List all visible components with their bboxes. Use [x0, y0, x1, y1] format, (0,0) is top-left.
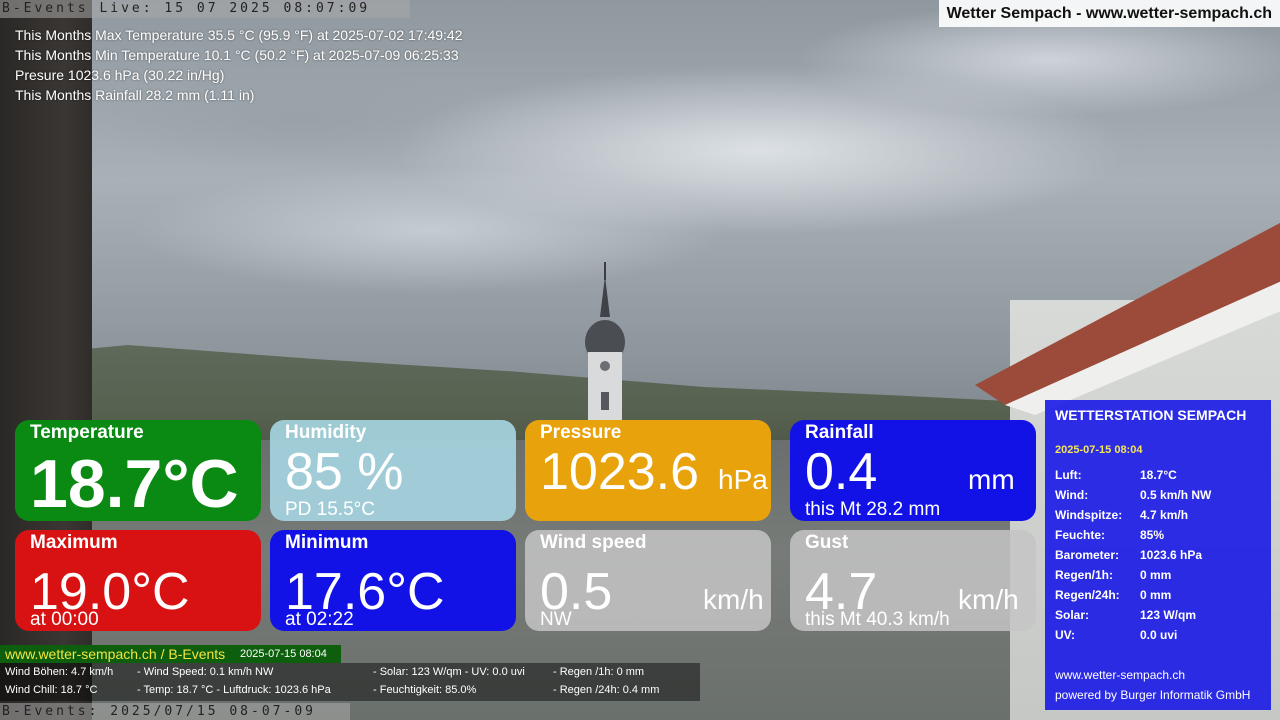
station-row-wind: Wind: 0.5 km/h NW [1055, 488, 1265, 508]
stat-pressure: Presure 1023.6 hPa (30.22 in/Hg) [15, 67, 225, 83]
station-row-solar: Solar: 123 W/qm [1055, 608, 1265, 628]
info-wind-speed: - Wind Speed: 0.1 km/h NW [137, 666, 274, 678]
monthly-stats: This Months Max Temperature 35.5 °C (95.… [15, 25, 463, 105]
info-rain-1h: - Regen /1h: 0 mm [553, 666, 645, 678]
live-timestamp-ticker: B-Events Live: 15 07 2025 08:07:09 [0, 0, 410, 18]
row-value: 18.7°C [1140, 468, 1177, 482]
row-key: UV: [1055, 628, 1076, 642]
row-key: Windspitze: [1055, 508, 1123, 522]
tile-value: 85 % [285, 443, 404, 501]
tile-value: 18.7°C [30, 446, 239, 521]
station-footer-credit: powered by Burger Informatik GmbH [1055, 688, 1251, 702]
stat-min-temperature: This Months Min Temperature 10.1 °C (50.… [15, 47, 459, 63]
row-key: Barometer: [1055, 548, 1120, 562]
church-tower [585, 262, 625, 432]
tile-label: Gust [805, 532, 849, 553]
station-footer-url: www.wetter-sempach.ch [1055, 668, 1186, 682]
tile-value: 1023.6 [540, 443, 700, 501]
info-solar-uv: - Solar: 123 W/qm - UV: 0.0 uvi [373, 666, 525, 678]
stat-rainfall: This Months Rainfall 28.2 mm (1.11 in) [15, 87, 255, 103]
row-value: 1023.6 hPa [1140, 548, 1203, 562]
weather-info-bar: Wind Böhen: 4.7 km/h - Wind Speed: 0.1 k… [0, 663, 700, 701]
station-date: 2025-07-15 08:04 [1055, 444, 1143, 456]
tile-wind-speed: Wind speed 0.5 km/h NW [525, 530, 771, 631]
tile-sub: at 02:22 [285, 609, 354, 630]
row-value: 0.5 km/h NW [1140, 488, 1212, 502]
row-value: 85% [1140, 528, 1165, 542]
tile-label: Maximum [30, 532, 118, 553]
row-key: Wind: [1055, 488, 1089, 502]
tile-label: Humidity [285, 422, 367, 443]
tile-unit: mm [968, 464, 1015, 495]
row-value: 123 W/qm [1140, 608, 1197, 622]
banner-date: 2025-07-15 08:04 [240, 648, 327, 660]
tile-maximum: Maximum 19.0°C at 00:00 [15, 530, 261, 631]
row-key: Luft: [1055, 468, 1082, 482]
info-wind-chill: Wind Chill: 18.7 °C [5, 684, 98, 696]
tile-label: Minimum [285, 532, 369, 553]
station-row-air: Luft: 18.7°C [1055, 468, 1265, 488]
tile-sub: at 00:00 [30, 609, 99, 630]
tile-humidity: Humidity 85 % PD 15.5°C [270, 420, 516, 521]
row-value: 0.0 uvi [1140, 628, 1178, 642]
tile-temperature: Temperature 18.7°C [15, 420, 261, 521]
tile-sub: this Mt 40.3 km/h [805, 609, 950, 630]
info-temp-pressure: - Temp: 18.7 °C - Luftdruck: 1023.6 hPa [137, 684, 331, 696]
tile-minimum: Minimum 17.6°C at 02:22 [270, 530, 516, 631]
tile-rainfall: Rainfall 0.4 mm this Mt 28.2 mm [790, 420, 1036, 521]
site-banner: www.wetter-sempach.ch / B-Events 2025-07… [0, 645, 341, 663]
roof [975, 222, 1280, 415]
site-url: www.wetter-sempach.ch / B-Events [5, 646, 226, 662]
tile-label: Rainfall [805, 422, 874, 443]
station-row-gust: Windspitze: 4.7 km/h [1055, 508, 1265, 528]
tile-unit: km/h [703, 584, 764, 615]
tile-sub: NW [540, 609, 572, 630]
tile-label: Pressure [540, 422, 622, 443]
tile-pressure: Pressure 1023.6 hPa [525, 420, 771, 521]
row-value: 0 mm [1140, 568, 1172, 582]
tile-value: 0.4 [805, 443, 878, 501]
station-title: WETTERSTATION SEMPACH [1055, 407, 1247, 423]
station-row-barometer: Barometer: 1023.6 hPa [1055, 548, 1265, 568]
tile-sub: this Mt 28.2 mm [805, 499, 941, 520]
station-panel: WETTERSTATION SEMPACH 2025-07-15 08:04 L… [1045, 400, 1271, 710]
bottom-timestamp-ticker: B-Events: 2025/07/15 08-07-09 [0, 703, 350, 720]
row-key: Solar: [1055, 608, 1090, 622]
info-rain-24h: - Regen /24h: 0.4 mm [553, 684, 660, 696]
station-row-rain-24h: Regen/24h: 0 mm [1055, 588, 1265, 608]
stat-max-temperature: This Months Max Temperature 35.5 °C (95.… [15, 27, 463, 43]
row-key: Feuchte: [1055, 528, 1106, 542]
row-value: 4.7 km/h [1140, 508, 1189, 522]
station-row-uv: UV: 0.0 uvi [1055, 628, 1265, 648]
row-key: Regen/24h: [1055, 588, 1120, 602]
tile-gust: Gust 4.7 km/h this Mt 40.3 km/h [790, 530, 1036, 631]
tile-label: Wind speed [540, 532, 647, 553]
station-row-rain-1h: Regen/1h: 0 mm [1055, 568, 1265, 588]
tile-sub: PD 15.5°C [285, 499, 375, 520]
row-key: Regen/1h: [1055, 568, 1114, 582]
station-row-humidity: Feuchte: 85% [1055, 528, 1265, 548]
tile-unit: km/h [958, 584, 1019, 615]
info-wind-gusts: Wind Böhen: 4.7 km/h [5, 666, 114, 678]
tile-label: Temperature [30, 422, 144, 443]
tile-unit: hPa [718, 464, 768, 495]
row-value: 0 mm [1140, 588, 1172, 602]
info-humidity: - Feuchtigkeit: 85.0% [373, 684, 477, 696]
site-title: Wetter Sempach - www.wetter-sempach.ch [938, 0, 1280, 27]
